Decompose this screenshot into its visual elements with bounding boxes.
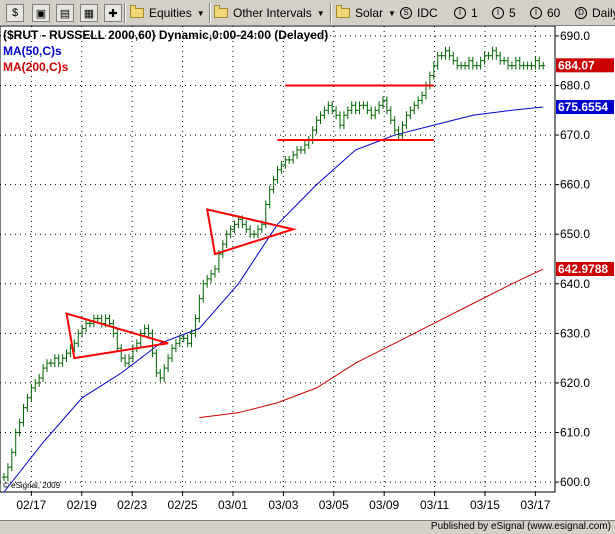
interval-1-button[interactable]: I 1 [454,4,478,22]
x-tick-label: 03/01 [218,498,248,512]
x-tick-label: 02/25 [168,498,198,512]
chart-title: ($RUT - RUSSELL 2000,60) Dynamic,0:00-24… [3,28,328,42]
folder-icon [336,5,350,18]
x-tick-label: 03/09 [369,498,399,512]
plot-background [0,25,556,493]
footer: Published by eSignal (www.esignal.com) [0,520,615,534]
interval-1-label: 1 [471,6,478,20]
price-label-text: 675.6554 [558,100,608,114]
x-tick-label: 02/19 [67,498,97,512]
watermark: © eSignal, 2009 [3,481,61,490]
interval-icon: I [454,7,466,19]
other-intervals-dropdown[interactable]: Other Intervals ▼ [214,4,325,22]
y-tick-label: 690.0 [560,29,590,43]
y-tick-label: 610.0 [560,426,590,440]
y-tick-label: 640.0 [560,277,590,291]
interval-icon: I [492,7,504,19]
published-by-text: Published by eSignal (www.esignal.com) [430,521,611,532]
x-tick-label: 03/17 [520,498,550,512]
dropdown-arrow-icon: ▼ [316,8,325,18]
interval-icon: S [400,7,412,19]
price-label-text: 642.9788 [558,262,608,276]
other-intervals-label: Other Intervals [233,6,312,20]
solar-dropdown[interactable]: Solar ▼ [336,4,396,22]
chart-area[interactable]: 600.0 610.0 620.0 630.0 640.0 650.0 660.0 670.0… [0,25,615,520]
equities-label: Equities [149,6,192,20]
equities-dropdown[interactable]: Equities ▼ [130,4,205,22]
solar-label: Solar [355,6,384,20]
y-tick-label: 670.0 [560,128,590,142]
folder-icon [130,5,144,18]
folder-icon [214,5,228,18]
y-tick-label: 680.0 [560,78,590,92]
window-icon[interactable]: ▤ [56,4,74,22]
dropdown-arrow-icon: ▼ [196,8,205,18]
x-tick-label: 03/03 [268,498,298,512]
x-tick-label: 03/15 [470,498,500,512]
idc-label: IDC [417,6,438,20]
dollar-icon[interactable]: $ [6,4,24,22]
interval-5-button[interactable]: I 5 [492,4,516,22]
crosshair-icon[interactable]: ✚ [104,4,122,22]
price-label-text: 684.07 [558,58,595,72]
y-tick-label: 650.0 [560,227,590,241]
ma200-legend: MA(200,C)s [3,60,69,74]
x-tick-label: 03/11 [420,498,449,512]
toolbar: $ ▣ ▤ ▦ ✚ Equities ▼ Other Intervals ▼ S… [0,0,615,26]
x-tick-label: 03/05 [319,498,349,512]
x-tick-label: 02/17 [16,498,46,512]
interval-icon: D [575,7,587,19]
copy-icon[interactable]: ▣ [32,4,50,22]
interval-icon: I [530,7,542,19]
interval-60-label: 60 [547,6,561,20]
y-tick-label: 620.0 [560,376,590,390]
x-tick-label: 02/23 [117,498,147,512]
interval-60-button[interactable]: I 60 [530,4,560,22]
dropdown-arrow-icon: ▼ [388,8,396,18]
price-chart[interactable]: 600.0 610.0 620.0 630.0 640.0 650.0 660.0 670.0… [0,25,615,520]
daily-label: Daily [592,6,615,20]
ma50-legend: MA(50,C)s [3,44,62,58]
grid-icon[interactable]: ▦ [80,4,98,22]
y-tick-label: 660.0 [560,178,590,192]
y-tick-label: 630.0 [560,326,590,340]
idc-button[interactable]: S IDC [400,4,438,22]
daily-button[interactable]: D Daily [575,4,615,22]
interval-5-label: 5 [509,6,516,20]
y-tick-label: 600.0 [560,475,590,489]
